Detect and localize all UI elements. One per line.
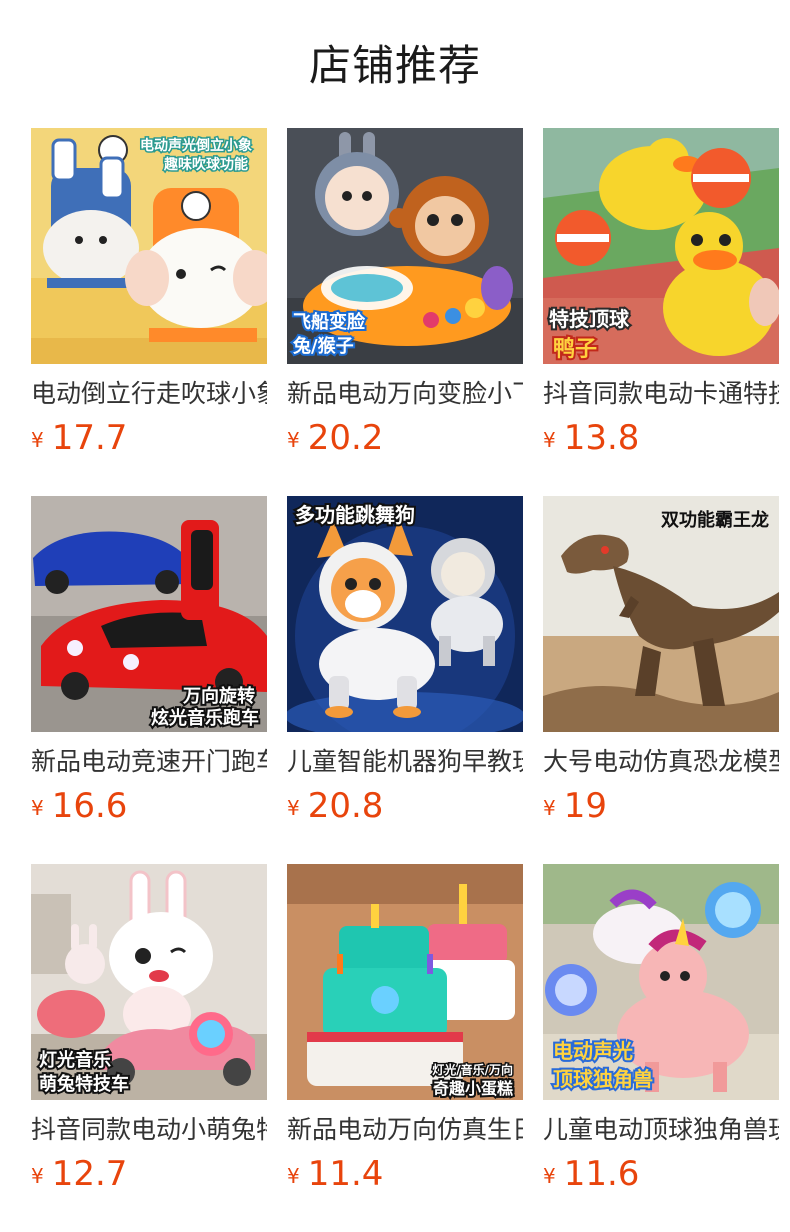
- product-name[interactable]: 新品电动万向仿真生日蛋糕: [287, 1114, 523, 1146]
- currency-symbol: ¥: [543, 428, 556, 452]
- product-image-birthday-cake[interactable]: 灯光/音乐/万向 奇趣小蛋糕: [287, 864, 523, 1100]
- product-card[interactable]: 飞船变脸 兔/猴子 新品电动万向变脸小飞船 ¥20.2: [287, 128, 523, 496]
- product-card[interactable]: 电动声光 顶球独角兽 儿童电动顶球独角兽玩具 ¥11.6: [543, 864, 779, 1232]
- image-caption-line: 双功能霸王龙: [661, 509, 769, 531]
- currency-symbol: ¥: [31, 796, 44, 820]
- product-image-bunny-car[interactable]: 灯光音乐 萌兔特技车: [31, 864, 267, 1100]
- product-name[interactable]: 抖音同款电动卡通特技顶球鸭子: [543, 378, 779, 410]
- image-caption-line: 电动声光倒立小象: [140, 137, 252, 154]
- product-card[interactable]: 双功能霸王龙 大号电动仿真恐龙模型 ¥19: [543, 496, 779, 864]
- product-name[interactable]: 儿童智能机器狗早教玩具: [287, 746, 523, 778]
- price-amount: 13.8: [563, 418, 640, 458]
- product-price: ¥17.7: [31, 418, 267, 458]
- product-price: ¥16.6: [31, 786, 267, 826]
- product-price: ¥11.6: [543, 1154, 779, 1194]
- product-name[interactable]: 大号电动仿真恐龙模型: [543, 746, 779, 778]
- image-caption-line: 灯光/音乐/万向: [432, 1062, 513, 1077]
- product-name[interactable]: 儿童电动顶球独角兽玩具: [543, 1114, 779, 1146]
- currency-symbol: ¥: [287, 1164, 300, 1188]
- product-image-dinosaur[interactable]: 双功能霸王龙: [543, 496, 779, 732]
- currency-symbol: ¥: [31, 1164, 44, 1188]
- image-caption-line: 顶球独角兽: [553, 1067, 653, 1091]
- image-caption-line: 兔/猴子: [292, 335, 354, 357]
- currency-symbol: ¥: [287, 428, 300, 452]
- image-caption-line: 趣味吹球功能: [163, 156, 248, 173]
- currency-symbol: ¥: [543, 796, 556, 820]
- currency-symbol: ¥: [31, 428, 44, 452]
- product-card[interactable]: 特技顶球 鸭子 抖音同款电动卡通特技顶球鸭子 ¥13.8: [543, 128, 779, 496]
- product-price: ¥12.7: [31, 1154, 267, 1194]
- price-amount: 20.8: [307, 786, 384, 826]
- image-caption-line: 鸭子: [553, 336, 597, 362]
- image-caption-line: 飞船变脸: [293, 311, 366, 333]
- currency-symbol: ¥: [543, 1164, 556, 1188]
- product-name[interactable]: 新品电动万向变脸小飞船: [287, 378, 523, 410]
- product-image-elephant[interactable]: 电动声光倒立小象 趣味吹球功能: [31, 128, 267, 364]
- product-card[interactable]: 多功能跳舞狗 儿童智能机器狗早教玩具 ¥20.8: [287, 496, 523, 864]
- product-card[interactable]: 电动声光倒立小象 趣味吹球功能 电动倒立行走吹球小象 ¥17.7: [31, 128, 267, 496]
- price-amount: 19: [563, 786, 607, 826]
- product-grid: 电动声光倒立小象 趣味吹球功能 电动倒立行走吹球小象 ¥17.7 飞船变脸 兔/…: [31, 128, 779, 1232]
- product-image-duck[interactable]: 特技顶球 鸭子: [543, 128, 779, 364]
- image-caption-line: 万向旋转: [182, 685, 255, 707]
- product-image-unicorn[interactable]: 电动声光 顶球独角兽: [543, 864, 779, 1100]
- page-title: 店铺推荐: [308, 41, 481, 90]
- price-amount: 11.4: [307, 1154, 384, 1194]
- product-name[interactable]: 电动倒立行走吹球小象: [31, 378, 267, 410]
- product-price: ¥13.8: [543, 418, 779, 458]
- image-caption-line: 灯光音乐: [39, 1049, 111, 1071]
- image-caption-line: 多功能跳舞狗: [295, 503, 415, 527]
- product-price: ¥11.4: [287, 1154, 523, 1194]
- product-price: ¥19: [543, 786, 779, 826]
- price-amount: 12.7: [51, 1154, 128, 1194]
- product-image-race-car[interactable]: 万向旋转 炫光音乐跑车: [31, 496, 267, 732]
- image-caption-line: 萌兔特技车: [39, 1073, 129, 1095]
- product-card[interactable]: 万向旋转 炫光音乐跑车 新品电动竞速开门跑车 ¥16.6: [31, 496, 267, 864]
- product-image-spaceship[interactable]: 飞船变脸 兔/猴子: [287, 128, 523, 364]
- image-caption-line: 电动声光: [553, 1039, 633, 1063]
- image-caption-line: 炫光音乐跑车: [151, 707, 259, 729]
- product-card[interactable]: 灯光/音乐/万向 奇趣小蛋糕 新品电动万向仿真生日蛋糕 ¥11.4: [287, 864, 523, 1232]
- product-image-robot-dog[interactable]: 多功能跳舞狗: [287, 496, 523, 732]
- price-amount: 16.6: [51, 786, 128, 826]
- product-name[interactable]: 抖音同款电动小萌兔特技车: [31, 1114, 267, 1146]
- product-name[interactable]: 新品电动竞速开门跑车: [31, 746, 267, 778]
- product-price: ¥20.8: [287, 786, 523, 826]
- product-price: ¥20.2: [287, 418, 523, 458]
- price-amount: 11.6: [563, 1154, 640, 1194]
- currency-symbol: ¥: [287, 796, 300, 820]
- product-card[interactable]: 灯光音乐 萌兔特技车 抖音同款电动小萌兔特技车 ¥12.7: [31, 864, 267, 1232]
- price-amount: 17.7: [51, 418, 128, 458]
- image-caption-line: 特技顶球: [549, 307, 630, 331]
- price-amount: 20.2: [307, 418, 384, 458]
- image-caption-line: 奇趣小蛋糕: [433, 1079, 513, 1098]
